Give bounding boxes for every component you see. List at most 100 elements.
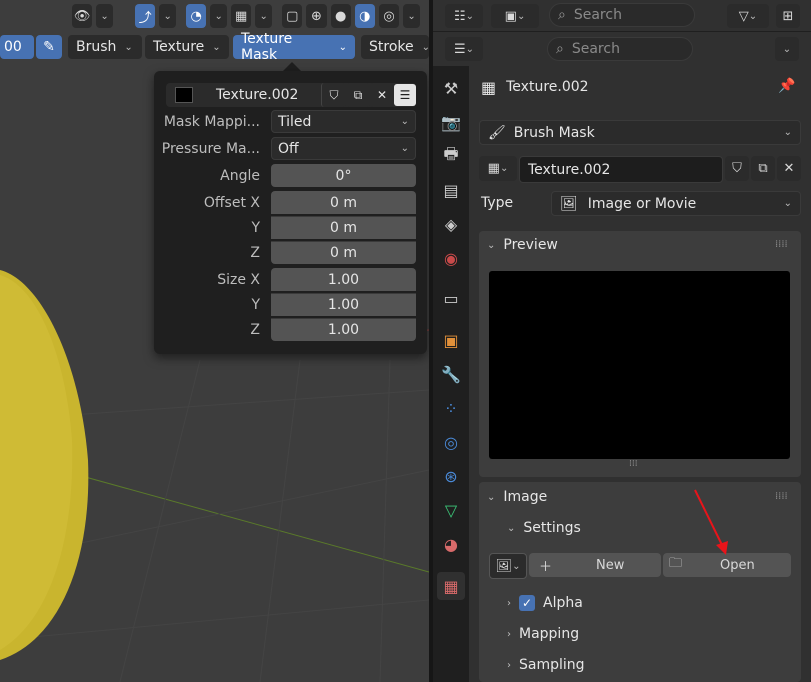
wireframe-shading-icon[interactable]: ⊕ <box>306 4 327 28</box>
type-select[interactable]: 🖼 Image or Movie ⌄ <box>551 191 801 216</box>
options-dropdown-icon[interactable]: ⌄ <box>775 37 799 61</box>
mask-mapping-select[interactable]: Tiled ⌄ <box>271 110 416 133</box>
size-y-label: Y <box>251 297 260 313</box>
angle-value: 0° <box>335 167 352 184</box>
preview-panel-header[interactable]: ⌄ Preview <box>487 237 787 253</box>
overlay-dropdown-icon[interactable]: ⌄ <box>210 4 228 28</box>
texture-preview-icon[interactable] <box>166 83 202 107</box>
pressure-mask-select[interactable]: Off ⌄ <box>271 137 416 160</box>
plus-icon: ＋ <box>539 559 553 575</box>
tool-tab-icon[interactable]: ⚒ <box>437 74 465 102</box>
overlay-icon[interactable]: ◔ <box>186 4 207 28</box>
brush-menu[interactable]: Brush ⌄ <box>68 35 142 59</box>
offset-y-field[interactable]: 0 m <box>271 216 416 239</box>
outliner-search-input[interactable]: ⌕ Search <box>549 3 695 27</box>
pressure-mask-value: Off <box>278 140 299 157</box>
settings-subpanel-header[interactable]: ⌄ Settings <box>507 520 707 536</box>
world-tab-icon[interactable]: ◉ <box>437 244 465 272</box>
mask-mapping-value: Tiled <box>278 113 312 130</box>
checker-dropdown-icon[interactable]: ⌄ <box>255 4 273 28</box>
render-tab-icon[interactable]: 📷 <box>437 108 465 136</box>
texture-browse-icon[interactable]: ▦ ⌄ <box>479 156 517 181</box>
outliner-editor-type-icon[interactable]: ☷ ⌄ <box>445 4 483 28</box>
pen-pressure-icon[interactable]: ✎ <box>36 35 62 59</box>
sampling-subpanel-header[interactable]: › Sampling <box>507 657 707 673</box>
resize-handle-icon[interactable]: ⁞⁞⁞ <box>629 459 638 469</box>
visibility-icon[interactable]: 👁 <box>72 4 93 28</box>
duplicate-icon[interactable]: ⧉ <box>751 156 775 181</box>
size-z-field[interactable]: 1.00 <box>271 318 416 341</box>
filter-icon[interactable]: ▽ ⌄ <box>727 4 769 28</box>
texture-menu-label: Texture <box>153 39 205 55</box>
properties-tab-bar: ⚒ 📷 🖶 ▤ ◈ ◉ ▭ ▣ 🔧 ⁘ ◎ ⊛ ▽ ◕ ▦ <box>433 66 469 682</box>
pin-icon[interactable]: 📌 <box>778 78 798 98</box>
output-tab-icon[interactable]: 🖶 <box>437 142 465 170</box>
stroke-menu[interactable]: Stroke ⌄ <box>361 35 430 59</box>
mapping-subpanel-header[interactable]: › Mapping <box>507 626 707 642</box>
size-x-field[interactable]: 1.00 <box>271 268 416 291</box>
settings-toggle-icon[interactable]: ☰ <box>394 84 416 106</box>
texture-mask-menu-label: Texture Mask <box>241 31 293 63</box>
texture-mask-menu[interactable]: Texture Mask ⌄ <box>233 31 355 63</box>
shading-dropdown-icon[interactable]: ⌄ <box>403 4 420 28</box>
gizmo-icon[interactable]: ⤴ <box>135 4 156 28</box>
texture-menu[interactable]: Texture ⌄ <box>145 35 229 59</box>
texture-tab-icon[interactable]: ▦ <box>437 572 465 600</box>
chevron-right-icon: › <box>507 628 511 640</box>
visibility-dropdown-icon[interactable]: ⌄ <box>96 4 114 28</box>
new-collection-icon[interactable]: ⊞ <box>776 4 800 28</box>
brush-mask-dropdown[interactable]: 🖌 Brush Mask ⌄ <box>479 120 801 145</box>
object-tab-icon[interactable]: ▣ <box>437 326 465 354</box>
texture-mask-popover: Texture.002 ⛉ ⧉ ✕ ☰ Mask Mappi... Tiled … <box>154 71 427 354</box>
size-z-label: Z <box>250 322 260 338</box>
drag-handle-icon[interactable]: ⁞⁞⁞⁞ <box>775 491 788 502</box>
checker-icon[interactable]: ▦ <box>231 4 252 28</box>
alpha-checkbox[interactable]: ✓ <box>519 595 535 611</box>
angle-label: Angle <box>220 168 260 184</box>
viewport-header-row1: 👁 ⌄ ⤴ ⌄ ◔ ⌄ ▦ ⌄ ▢ ⊕ ● ◑ ◎ ⌄ <box>72 4 420 28</box>
solid-shading-icon[interactable]: ● <box>330 4 351 28</box>
brush-mask-label: Brush Mask <box>513 124 595 141</box>
chevron-down-icon: ⌄ <box>338 41 347 53</box>
display-mode-icon[interactable]: ▣ ⌄ <box>491 4 539 28</box>
constraints-tab-icon[interactable]: ⊛ <box>437 462 465 490</box>
chevron-right-icon: › <box>507 597 511 609</box>
texture-name-field[interactable]: Texture.002 <box>519 156 723 183</box>
offset-z-field[interactable]: 0 m <box>271 241 416 264</box>
search-icon: ⌕ <box>558 7 566 23</box>
collection-tab-icon[interactable]: ▭ <box>437 284 465 312</box>
physics-tab-icon[interactable]: ◎ <box>437 428 465 456</box>
modifier-tab-icon[interactable]: 🔧 <box>437 360 465 388</box>
scene-tab-icon[interactable]: ◈ <box>437 210 465 238</box>
image-panel-header[interactable]: ⌄ Image <box>487 489 787 505</box>
texture-name[interactable]: Texture.002 <box>216 87 321 103</box>
close-icon[interactable]: ✕ <box>777 156 801 181</box>
drag-handle-icon[interactable]: ⁞⁞⁞⁞ <box>775 239 788 250</box>
fake-user-shield-icon[interactable]: ⛉ <box>725 156 749 181</box>
close-icon[interactable]: ✕ <box>370 83 394 107</box>
properties-search-input[interactable]: ⌕ Search <box>547 37 693 61</box>
outliner-search-placeholder: Search <box>573 7 622 23</box>
particles-tab-icon[interactable]: ⁘ <box>437 394 465 422</box>
material-shading-icon[interactable]: ◑ <box>354 4 375 28</box>
duplicate-icon[interactable]: ⧉ <box>346 83 370 107</box>
strength-field[interactable]: 00 <box>0 35 34 59</box>
alpha-subpanel-title: Alpha <box>543 595 583 611</box>
offset-y-label: Y <box>251 220 260 236</box>
view-layer-tab-icon[interactable]: ▤ <box>437 176 465 204</box>
properties-editor-type-icon[interactable]: ☰ ⌄ <box>445 37 483 61</box>
texture-selector[interactable]: Texture.002 ⛉ ⧉ ✕ ☰ <box>166 83 416 107</box>
texture-preview-image <box>489 271 790 459</box>
data-tab-icon[interactable]: ▽ <box>437 496 465 524</box>
size-y-field[interactable]: 1.00 <box>271 293 416 316</box>
new-image-button[interactable]: ＋ New <box>529 553 661 577</box>
angle-field[interactable]: 0° <box>271 164 416 187</box>
fake-user-shield-icon[interactable]: ⛉ <box>321 83 346 107</box>
alpha-subpanel-header[interactable]: › ✓ Alpha <box>507 595 707 611</box>
gizmo-dropdown-icon[interactable]: ⌄ <box>159 4 177 28</box>
image-browse-icon[interactable]: 🖼 ⌄ <box>489 553 527 579</box>
rendered-shading-icon[interactable]: ◎ <box>378 4 400 28</box>
xray-icon[interactable]: ▢ <box>282 4 303 28</box>
material-tab-icon[interactable]: ◕ <box>437 530 465 558</box>
offset-x-field[interactable]: 0 m <box>271 191 416 214</box>
